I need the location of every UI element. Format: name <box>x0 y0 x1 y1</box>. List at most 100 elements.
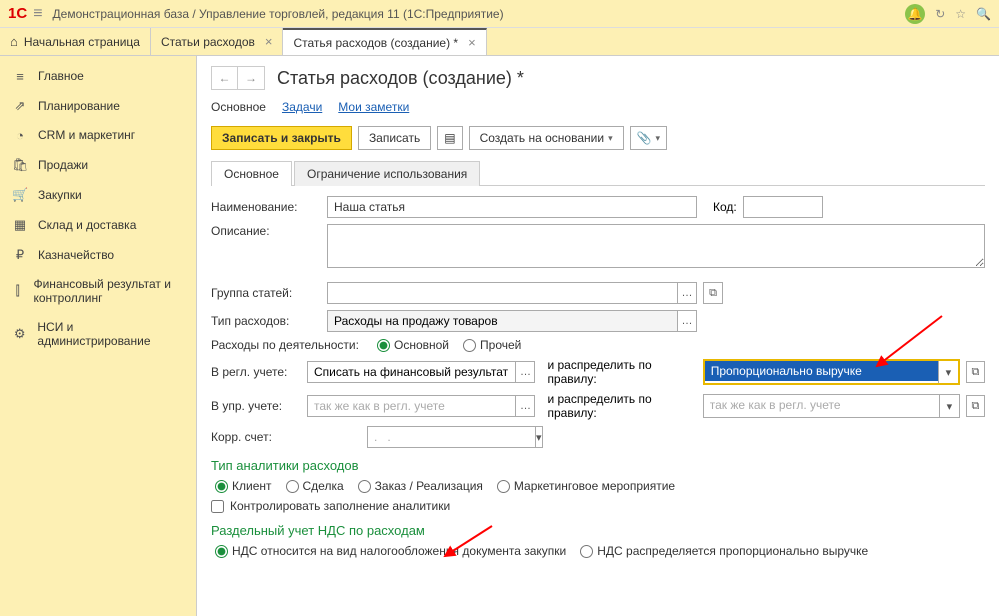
rule-input[interactable] <box>705 361 938 381</box>
korr-input[interactable] <box>367 426 535 448</box>
close-icon[interactable]: × <box>468 35 476 50</box>
sidebar-label: Продажи <box>38 158 88 172</box>
sidebar-label: НСИ и администрирование <box>37 320 184 349</box>
nav-back[interactable]: ← <box>212 67 238 89</box>
sidebar-item[interactable]: 🛒 Закупки <box>0 180 196 210</box>
sidebar-icon: ⇗ <box>12 98 28 114</box>
radio-activity-other[interactable]: Прочей <box>463 338 521 352</box>
itab-main[interactable]: Основное <box>211 161 292 186</box>
ellipsis-button[interactable]: … <box>515 395 535 417</box>
radio-activity-main[interactable]: Основной <box>377 338 449 352</box>
star-icon[interactable]: ☆ <box>955 7 966 21</box>
radio-client[interactable]: Клиент <box>215 479 272 493</box>
upr-input[interactable] <box>307 395 515 417</box>
nav-forward[interactable]: → <box>238 67 264 89</box>
app-title: Демонстрационная база / Управление торго… <box>53 7 906 21</box>
label-regl: В регл. учете: <box>211 365 301 379</box>
open-button[interactable]: ⧉ <box>703 282 723 304</box>
sidebar-label: Финансовый результат и контроллинг <box>33 277 184 306</box>
radio-nds-doc[interactable]: НДС относится на вид налогообложения док… <box>215 544 566 558</box>
logo-1c: 1C <box>8 5 27 22</box>
sidebar-item[interactable]: 🛍 Продажи <box>0 150 196 180</box>
radio-marketing[interactable]: Маркетинговое мероприятие <box>497 479 675 493</box>
regl-input[interactable] <box>307 361 515 383</box>
desc-textarea[interactable] <box>327 224 985 268</box>
sidebar-item[interactable]: ⚙ НСИ и администрирование <box>0 313 196 356</box>
sidebar-item[interactable]: ◔CRM и маркетинг <box>0 121 196 150</box>
label-type: Тип расходов: <box>211 314 321 328</box>
inner-tabs: Основное Ограничение использования <box>211 160 985 186</box>
open-button[interactable]: ⧉ <box>966 395 985 417</box>
bell-icon[interactable]: 🔔 <box>905 4 925 24</box>
ellipsis-button[interactable]: … <box>677 310 697 332</box>
create-based-label: Создать на основании <box>480 131 605 145</box>
sidebar-label: Закупки <box>38 188 82 202</box>
subnav-notes[interactable]: Мои заметки <box>338 100 409 114</box>
label-desc: Описание: <box>211 224 321 238</box>
rule2-input[interactable] <box>704 395 939 415</box>
save-close-button[interactable]: Записать и закрыть <box>211 126 352 150</box>
name-input[interactable] <box>327 196 697 218</box>
subnav: Основное Задачи Мои заметки <box>211 100 985 114</box>
group-input[interactable] <box>327 282 677 304</box>
sidebar-label: Планирование <box>38 99 120 113</box>
label-activity: Расходы по деятельности: <box>211 338 371 352</box>
ellipsis-button[interactable]: … <box>677 282 697 304</box>
dropdown-button[interactable]: ▾ <box>939 395 959 417</box>
subnav-tasks[interactable]: Задачи <box>282 100 322 114</box>
dropdown-button[interactable]: ▾ <box>535 426 543 448</box>
label-rule2: и распределить по правилу: <box>547 392 696 420</box>
label-name: Наименование: <box>211 200 321 214</box>
sidebar-icon: ⚙ <box>12 326 27 342</box>
attach-icon-button[interactable]: 📎▾ <box>630 126 667 150</box>
ellipsis-button[interactable]: … <box>515 361 535 383</box>
sidebar-icon: ₽ <box>12 247 28 263</box>
tab-label: Статья расходов (создание) * <box>293 36 458 50</box>
sidebar-icon: ≡ <box>12 69 28 84</box>
tab-articles[interactable]: Статьи расходов × <box>151 28 284 55</box>
nds-section-title: Раздельный учет НДС по расходам <box>211 523 985 538</box>
tab-create-article[interactable]: Статья расходов (создание) * × <box>283 28 486 55</box>
sidebar-icon: ▦ <box>12 217 28 233</box>
sidebar-item[interactable]: ⇗ Планирование <box>0 91 196 121</box>
sidebar-icon: 🛍 <box>12 157 28 173</box>
tab-home-label: Начальная страница <box>24 35 140 49</box>
window-tabs: ⌂ Начальная страница Статьи расходов × С… <box>0 28 999 56</box>
close-icon[interactable]: × <box>265 34 273 49</box>
code-input[interactable] <box>743 196 823 218</box>
tab-home[interactable]: ⌂ Начальная страница <box>0 28 151 55</box>
control-checkbox[interactable] <box>211 500 224 513</box>
hamburger-icon[interactable]: ≡ <box>33 5 42 23</box>
create-based-button[interactable]: Создать на основании▾ <box>469 126 624 150</box>
list-icon-button[interactable]: ▤ <box>437 126 462 150</box>
itab-restrict[interactable]: Ограничение использования <box>294 161 480 186</box>
open-button[interactable]: ⧉ <box>966 361 985 383</box>
topbar-actions: 🔔 ↻ ☆ 🔍 <box>905 4 991 24</box>
type-input[interactable] <box>327 310 677 332</box>
label-group: Группа статей: <box>211 286 321 300</box>
sidebar-item[interactable]: ⫿Финансовый результат и контроллинг <box>0 270 196 313</box>
tab-label: Статьи расходов <box>161 35 255 49</box>
home-icon: ⌂ <box>10 34 18 49</box>
sidebar-label: Главное <box>38 69 84 83</box>
radio-nds-prop[interactable]: НДС распределяется пропорционально выруч… <box>580 544 868 558</box>
label-korr: Корр. счет: <box>211 430 301 444</box>
radio-order[interactable]: Заказ / Реализация <box>358 479 483 493</box>
radio-deal[interactable]: Сделка <box>286 479 344 493</box>
dropdown-button[interactable]: ▾ <box>938 361 958 383</box>
label-rule: и распределить по правилу: <box>547 358 696 386</box>
sidebar: ≡ Главное ⇗ Планирование ◔CRM и маркетинг 🛍 Пр… <box>0 56 197 616</box>
history-icon[interactable]: ↻ <box>935 7 945 21</box>
chevron-down-icon: ▾ <box>608 133 613 144</box>
sidebar-item[interactable]: ₽Казначейство <box>0 240 196 270</box>
subnav-main[interactable]: Основное <box>211 100 266 114</box>
page-title: Статья расходов (создание) * <box>277 68 524 89</box>
search-icon[interactable]: 🔍 <box>976 7 991 21</box>
sidebar-item[interactable]: ▦Склад и доставка <box>0 210 196 240</box>
sidebar-icon: 🛒 <box>12 187 28 203</box>
save-button[interactable]: Записать <box>358 126 431 150</box>
label-code: Код: <box>713 200 737 214</box>
sidebar-label: CRM и маркетинг <box>38 128 135 142</box>
sidebar-item[interactable]: ≡ Главное <box>0 62 196 91</box>
control-label: Контролировать заполнение аналитики <box>230 499 450 513</box>
